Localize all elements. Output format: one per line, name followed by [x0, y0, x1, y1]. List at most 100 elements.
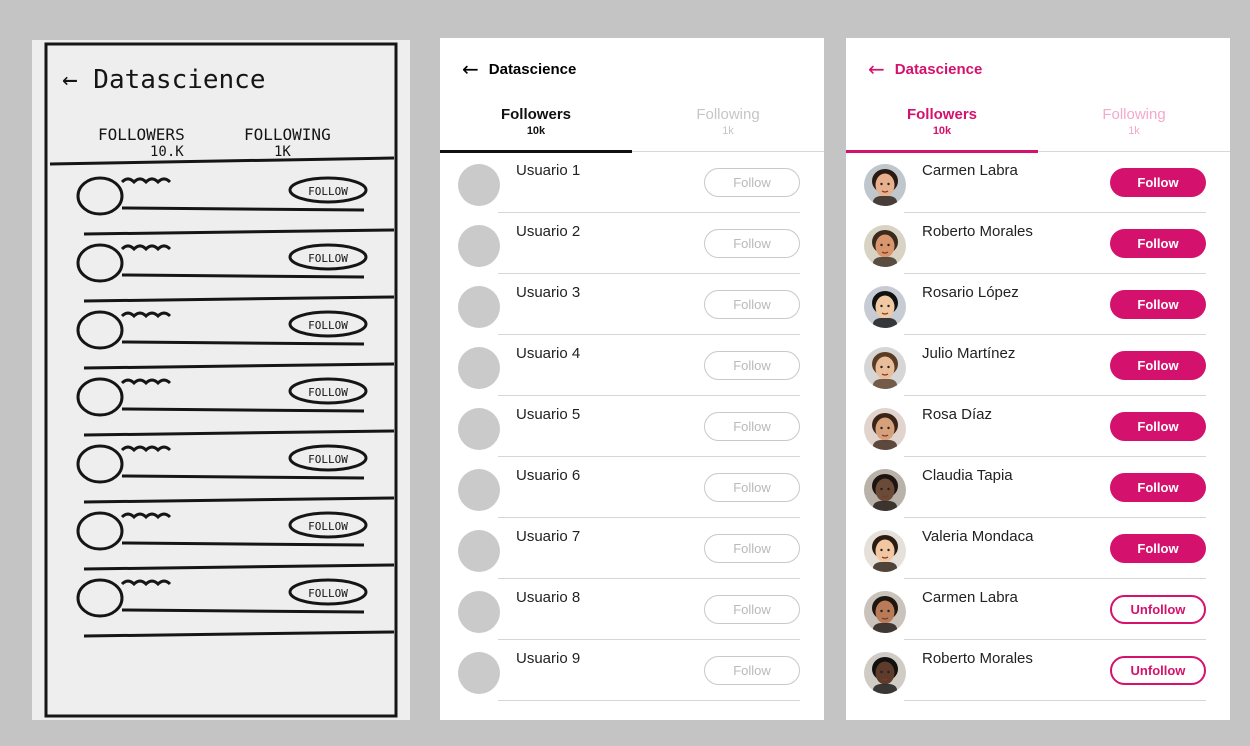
user-name: Carmen Labra [922, 162, 1018, 179]
sketch-avatar-circle [76, 578, 124, 618]
sketch-avatar-circle [76, 310, 124, 350]
sketch-avatar-circle [76, 176, 124, 216]
follow-button[interactable]: Follow [1110, 229, 1206, 258]
list-item: Roberto Morales Follow [846, 213, 1230, 274]
sketch-name-scribble [120, 579, 172, 587]
avatar [864, 530, 906, 572]
list-item: Valeria Mondaca Follow [846, 518, 1230, 579]
sketch-row-divider [121, 608, 365, 614]
sketch-drawing: ← Datascience FOLLOWERS 10.K FOLLOWING 1… [44, 42, 398, 718]
list-item: Usuario 3 Follow [440, 274, 824, 335]
sketch-row-divider [121, 541, 365, 547]
tab-label: Followers [500, 106, 571, 123]
avatar [458, 530, 500, 572]
follow-button[interactable]: Follow [1110, 168, 1206, 197]
sketch-row-separator [83, 228, 395, 236]
follow-button[interactable]: Follow [704, 656, 800, 685]
tab-followers[interactable]: Followers 10k [440, 100, 632, 153]
follow-button[interactable]: Follow [704, 412, 800, 441]
user-name: Roberto Morales [922, 650, 1033, 667]
user-name: Usuario 7 [516, 528, 581, 545]
follow-button[interactable]: Follow [704, 473, 800, 502]
divider [904, 700, 1206, 701]
sketch-name-scribble [120, 311, 172, 319]
back-arrow-icon[interactable]: ← [462, 59, 479, 79]
sketch-tab-followers: FOLLOWERS [98, 125, 185, 144]
sketch-row-separator [83, 295, 395, 303]
list-item: Roberto Morales Unfollow [846, 640, 1230, 701]
avatar [864, 408, 906, 450]
app-header: ← Datascience [846, 38, 1230, 100]
avatar [458, 347, 500, 389]
user-name: Valeria Mondaca [922, 528, 1034, 545]
sketch-row-separator [83, 563, 395, 571]
follow-button[interactable]: Follow [704, 168, 800, 197]
user-name: Carmen Labra [922, 589, 1018, 606]
list-item: Usuario 6 Follow [440, 457, 824, 518]
user-name: Usuario 5 [516, 406, 581, 423]
back-arrow-icon[interactable]: ← [868, 59, 885, 79]
sketch-row-divider [121, 474, 365, 480]
sketch-follow-label: FOLLOW [308, 386, 348, 399]
avatar [458, 408, 500, 450]
tab-bar: Followers 10k Following 1k [440, 100, 824, 153]
sketch-follow-label: FOLLOW [308, 520, 348, 533]
user-name: Usuario 9 [516, 650, 581, 667]
list-item: Usuario 1 Follow [440, 152, 824, 213]
avatar [864, 225, 906, 267]
sketch-tab-following: FOLLOWING [244, 125, 331, 144]
tab-bar: Followers 10k Following 1k [846, 100, 1230, 153]
list-item: Usuario 7 Follow [440, 518, 824, 579]
follow-button[interactable]: Follow [704, 351, 800, 380]
sketch-follow-label: FOLLOW [308, 587, 348, 600]
page-title: Datascience [894, 60, 983, 78]
sketch-follow-label: FOLLOW [308, 252, 348, 265]
avatar [458, 652, 500, 694]
follow-button[interactable]: Follow [704, 534, 800, 563]
follow-button[interactable]: Follow [1110, 473, 1206, 502]
follow-button[interactable]: Follow [704, 595, 800, 624]
sketch-row-divider [121, 273, 365, 279]
follow-button[interactable]: Follow [1110, 534, 1206, 563]
user-name: Usuario 6 [516, 467, 581, 484]
avatar [864, 164, 906, 206]
tab-following[interactable]: Following 1k [1038, 100, 1230, 151]
user-name: Usuario 3 [516, 284, 581, 301]
list-item: Usuario 4 Follow [440, 335, 824, 396]
list-item: Usuario 5 Follow [440, 396, 824, 457]
avatar [864, 652, 906, 694]
list-item: Julio Martínez Follow [846, 335, 1230, 396]
tab-following[interactable]: Following 1k [632, 100, 824, 151]
sketch-tab-followers-count: 10.K [150, 144, 184, 160]
unfollow-button[interactable]: Unfollow [1110, 656, 1206, 685]
tab-followers[interactable]: Followers 10k [846, 100, 1038, 153]
unfollow-button[interactable]: Unfollow [1110, 595, 1206, 624]
user-name: Usuario 2 [516, 223, 581, 240]
follow-button[interactable]: Follow [704, 229, 800, 258]
avatar [458, 469, 500, 511]
follow-button[interactable]: Follow [1110, 412, 1206, 441]
avatar [864, 347, 906, 389]
list-item: Carmen Labra Unfollow [846, 579, 1230, 640]
hand-sketch-panel: ← Datascience FOLLOWERS 10.K FOLLOWING 1… [32, 40, 410, 720]
tab-count: 1k [722, 125, 734, 137]
follow-button[interactable]: Follow [1110, 290, 1206, 319]
tab-count: 1k [1128, 125, 1140, 137]
tab-count: 10k [526, 125, 546, 137]
sketch-row-separator [83, 630, 395, 638]
wireframe-panel: ← Datascience Followers 10k Following 1k… [440, 38, 824, 720]
user-name: Usuario 1 [516, 162, 581, 179]
list-item: Usuario 8 Follow [440, 579, 824, 640]
sketch-name-scribble [120, 378, 172, 386]
sketch-name-scribble [120, 244, 172, 252]
follow-button[interactable]: Follow [704, 290, 800, 319]
sketch-row-divider [121, 206, 365, 212]
sketch-avatar-circle [76, 511, 124, 551]
follow-button[interactable]: Follow [1110, 351, 1206, 380]
sketch-row-separator [83, 496, 395, 504]
sketch-avatar-circle [76, 444, 124, 484]
list-item: Carmen Labra Follow [846, 152, 1230, 213]
avatar [458, 225, 500, 267]
sketch-tab-following-count: 1K [274, 144, 291, 160]
sketch-name-scribble [120, 177, 172, 185]
